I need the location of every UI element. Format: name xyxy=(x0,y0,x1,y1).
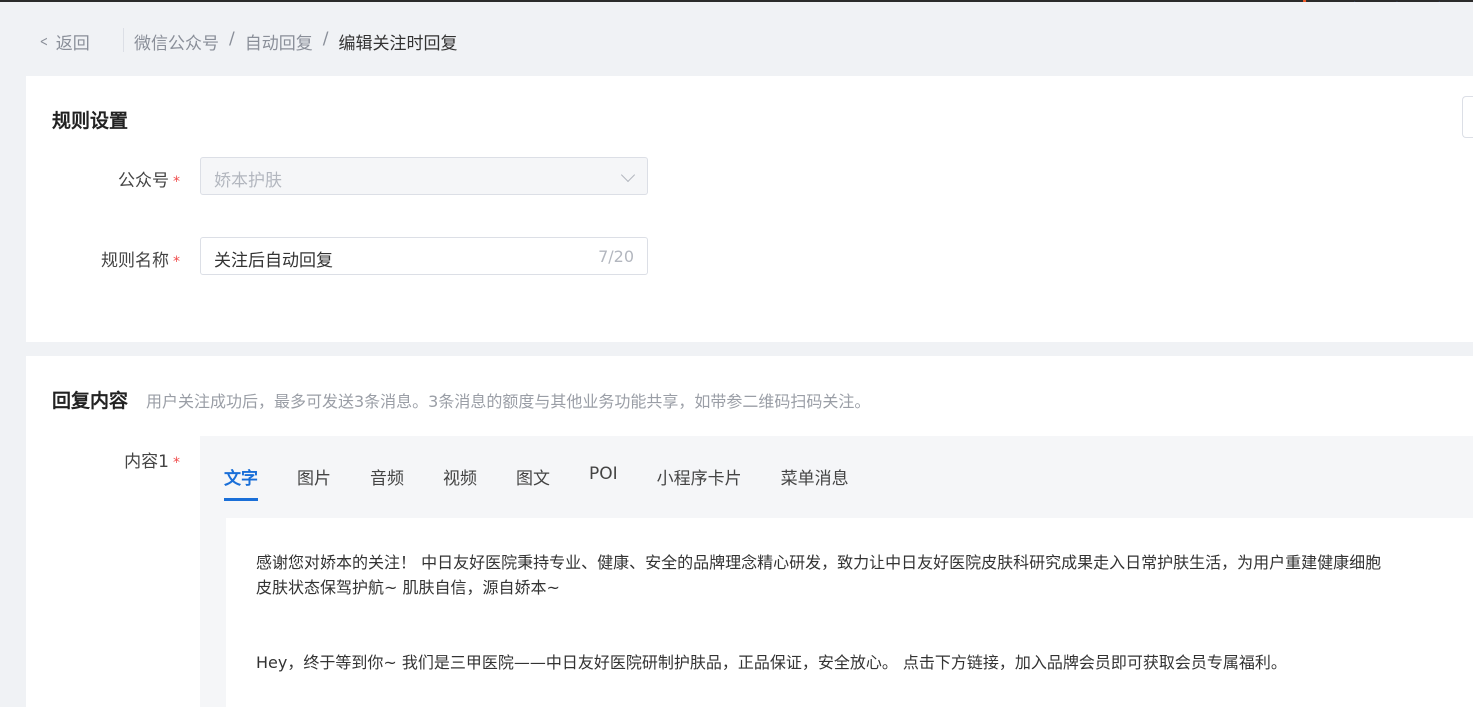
required-mark: * xyxy=(173,455,180,471)
content-1-label: 内容1 * xyxy=(40,447,180,472)
reply-content-title: 回复内容 xyxy=(52,390,129,412)
rule-name-label-text: 规则名称 xyxy=(101,251,169,271)
rule-settings-title: 规则设置 xyxy=(52,110,129,132)
content-editor-panel: 文字 图片 音频 视频 图文 POI 小程序卡片 菜单消息 感谢您对娇本的关注！… xyxy=(200,436,1473,707)
message-paragraph-2: Hey，终于等到你~ 我们是三甲医院——中日友好医院研制护肤品，正品保证，安全放… xyxy=(256,653,1287,672)
rule-name-input[interactable]: 关注后自动回复 7/20 xyxy=(200,237,648,275)
back-button[interactable]: < 返回 xyxy=(38,29,90,55)
tab-audio[interactable]: 音频 xyxy=(370,464,404,501)
account-label-text: 公众号 xyxy=(118,171,169,191)
breadcrumb-divider xyxy=(123,28,124,52)
text-editor[interactable]: 感谢您对娇本的关注！ 中日友好医院秉持专业、健康、安全的品牌理念精心研发，致力让… xyxy=(226,518,1473,707)
tab-image[interactable]: 图片 xyxy=(297,464,331,501)
message-paragraph-1: 感谢您对娇本的关注！ 中日友好医院秉持专业、健康、安全的品牌理念精心研发，致力让… xyxy=(256,553,1382,597)
breadcrumb-separator: / xyxy=(229,29,235,49)
tab-article[interactable]: 图文 xyxy=(516,464,550,501)
tab-text[interactable]: 文字 xyxy=(224,464,258,501)
account-select[interactable]: 娇本护肤 xyxy=(200,157,648,195)
chevron-down-icon xyxy=(620,167,636,183)
chevron-left-icon: < xyxy=(39,33,48,50)
message-type-tabs: 文字 图片 音频 视频 图文 POI 小程序卡片 菜单消息 xyxy=(224,464,888,501)
breadcrumb: 微信公众号 / 自动回复 / 编辑关注时回复 xyxy=(134,29,457,54)
tab-poi[interactable]: POI xyxy=(589,464,618,501)
tab-mini-program-card[interactable]: 小程序卡片 xyxy=(657,464,742,501)
required-mark: * xyxy=(173,174,180,190)
tab-menu-message[interactable]: 菜单消息 xyxy=(781,464,849,501)
rule-settings-card: 规则设置 公众号 * 娇本护肤 规则名称 * 关注后自动回复 7/20 xyxy=(26,76,1473,342)
breadcrumb-auto-reply[interactable]: 自动回复 xyxy=(245,29,313,54)
breadcrumb-bar: < 返回 微信公众号 / 自动回复 / 编辑关注时回复 xyxy=(12,2,1473,76)
rule-name-char-count: 7/20 xyxy=(598,247,634,266)
required-mark: * xyxy=(173,254,180,270)
side-button-fragment[interactable] xyxy=(1462,96,1473,138)
content-1-label-text: 内容1 xyxy=(124,452,169,472)
account-label: 公众号 * xyxy=(40,166,180,191)
rule-name-value: 关注后自动回复 xyxy=(214,251,333,271)
breadcrumb-current: 编辑关注时回复 xyxy=(338,34,458,54)
tab-video[interactable]: 视频 xyxy=(443,464,477,501)
account-select-value: 娇本护肤 xyxy=(214,171,282,191)
breadcrumb-separator: / xyxy=(322,29,329,49)
rule-name-label: 规则名称 * xyxy=(40,246,180,271)
breadcrumb-wechat[interactable]: 微信公众号 xyxy=(134,29,219,54)
reply-content-hint: 用户关注成功后，最多可发送3条消息。3条消息的额度与其他业务功能共享，如带参二维… xyxy=(146,392,871,411)
reply-content-card: 回复内容 用户关注成功后，最多可发送3条消息。3条消息的额度与其他业务功能共享，… xyxy=(26,356,1473,707)
back-label: 返回 xyxy=(55,34,90,54)
